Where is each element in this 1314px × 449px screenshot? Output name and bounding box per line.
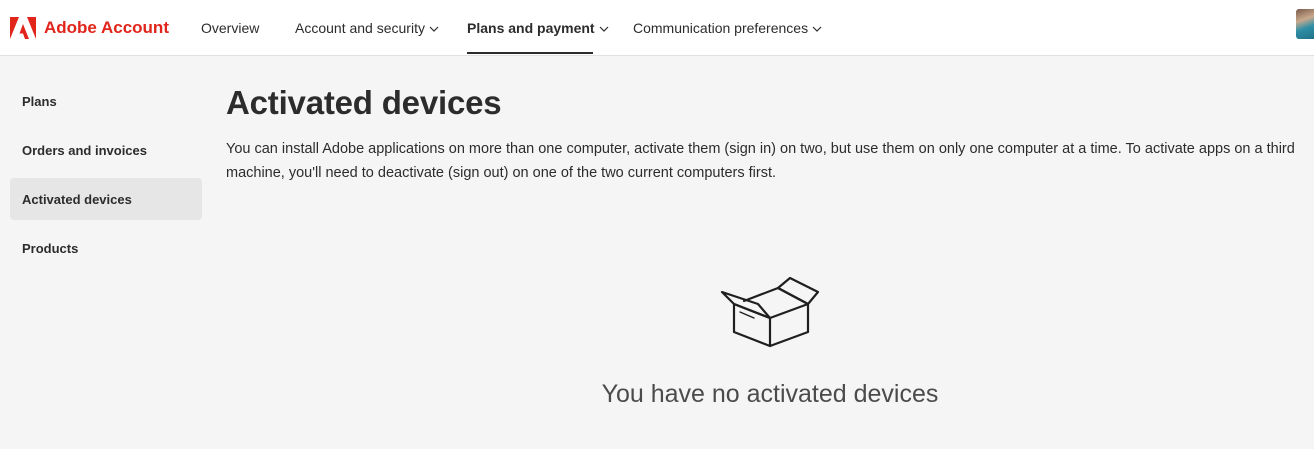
nav-overview[interactable]: Overview [201, 0, 259, 56]
nav-communication-preferences[interactable]: Communication preferences [633, 0, 822, 56]
sidebar-item-label: Activated devices [22, 191, 132, 207]
sidebar-item-products[interactable]: Products [10, 227, 202, 269]
brand-name: Adobe Account [44, 18, 169, 37]
sidebar-item-orders-and-invoices[interactable]: Orders and invoices [10, 129, 202, 171]
sidebar-item-label: Orders and invoices [22, 142, 147, 158]
page-description: You can install Adobe applications on mo… [226, 141, 1295, 181]
page-title: Activated devices [226, 84, 502, 121]
brand-link[interactable]: Adobe Account [10, 0, 169, 56]
chevron-down-icon [599, 26, 609, 32]
sidebar-item-activated-devices[interactable]: Activated devices [10, 178, 202, 220]
top-navigation-bar: Adobe Account Overview Account and secur… [0, 0, 1314, 56]
nav-label: Overview [201, 20, 260, 36]
nav-label: Communication preferences [633, 20, 809, 36]
nav-account-and-security[interactable]: Account and security [295, 0, 439, 56]
nav-label: Plans and payment [467, 20, 595, 36]
sidebar-item-plans[interactable]: Plans [10, 80, 202, 122]
sidebar-item-label: Plans [22, 93, 57, 109]
active-nav-indicator [467, 52, 593, 54]
user-avatar[interactable] [1296, 9, 1314, 39]
empty-box-icon [720, 276, 820, 348]
chevron-down-icon [812, 26, 822, 32]
nav-plans-and-payment[interactable]: Plans and payment [467, 0, 609, 56]
adobe-logo-icon [10, 17, 36, 39]
nav-label: Account and security [295, 20, 425, 36]
sidebar-item-label: Products [22, 240, 79, 256]
chevron-down-icon [429, 26, 439, 32]
empty-state-message: You have no activated devices [601, 380, 939, 408]
